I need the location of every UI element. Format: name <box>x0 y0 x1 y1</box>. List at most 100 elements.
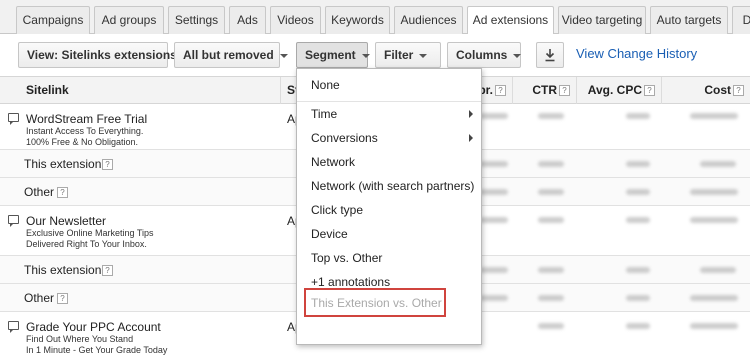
blurred-value <box>626 161 650 167</box>
chevron-down-icon <box>513 53 522 58</box>
help-icon[interactable]: ? <box>102 265 113 276</box>
menu-item-label: Time <box>311 107 338 121</box>
comment-icon <box>8 321 19 333</box>
blurred-value <box>626 189 650 195</box>
blurred-value <box>480 189 508 195</box>
tab-audiences[interactable]: Audiences <box>394 6 463 34</box>
help-icon[interactable]: ? <box>102 159 113 170</box>
column-header-sitelink[interactable]: Sitelink <box>0 77 281 104</box>
sitelink-desc-line1: Find Out Where You Stand <box>26 334 134 344</box>
blurred-value <box>480 267 508 273</box>
sitelink-desc-line1: Instant Access To Everything. <box>26 126 144 136</box>
view-select-label: View: Sitelinks extensions <box>27 48 177 62</box>
chevron-down-icon <box>361 53 370 58</box>
blurred-value <box>700 161 736 167</box>
menu-item-label: Click type <box>311 203 364 217</box>
help-icon[interactable]: ? <box>57 187 68 198</box>
sitelink-title[interactable]: WordStream Free Trial <box>26 112 147 126</box>
blurred-value <box>626 217 650 223</box>
columns-button[interactable]: Columns <box>447 42 522 68</box>
tab-ad-groups[interactable]: Ad groups <box>94 6 164 34</box>
blurred-value <box>538 113 564 119</box>
menu-item-none[interactable]: None <box>297 73 481 97</box>
blurred-value <box>690 113 738 119</box>
sitelink-cell: Grade Your PPC Account Find Out Where Yo… <box>8 320 168 356</box>
segment-label: Other <box>24 291 55 305</box>
menu-item-label: +1 annotations <box>311 275 391 289</box>
tab-settings[interactable]: Settings <box>168 6 225 34</box>
menu-item-label: None <box>311 78 340 92</box>
segment-button[interactable]: Segment <box>296 42 370 68</box>
menu-item-device[interactable]: Device <box>297 222 481 246</box>
menu-item-network-search-partners[interactable]: Network (with search partners) <box>297 174 481 198</box>
chevron-down-icon <box>419 53 428 58</box>
comment-icon <box>8 113 19 125</box>
highlight-box <box>304 288 446 317</box>
download-icon <box>545 49 555 62</box>
chevron-down-icon <box>279 53 288 58</box>
column-header-avg-cpc[interactable]: Avg. CPC? <box>577 77 662 104</box>
sitelink-desc-line2: In 1 Minute - Get Your Grade Today <box>26 345 168 355</box>
blurred-value <box>690 323 738 329</box>
sitelink-desc-line1: Exclusive Online Marketing Tips <box>26 228 154 238</box>
tab-campaigns[interactable]: Campaigns <box>16 6 90 34</box>
filter-button[interactable]: Filter <box>375 42 441 68</box>
menu-item-label: Network (with search partners) <box>311 179 475 193</box>
help-icon[interactable]: ? <box>559 85 570 97</box>
blurred-value <box>538 267 564 273</box>
chevron-right-icon <box>469 110 473 118</box>
tab-videos[interactable]: Videos <box>270 6 321 34</box>
column-header-cost[interactable]: Cost? <box>662 77 750 104</box>
sitelink-cell: WordStream Free Trial Instant Access To … <box>8 112 147 148</box>
column-header-ctr[interactable]: CTR? <box>513 77 577 104</box>
columns-label: Columns <box>456 48 508 62</box>
segment-label: Other <box>24 185 55 199</box>
column-header-ctr-label: CTR <box>532 83 557 97</box>
column-header-avg-cpc-label: Avg. CPC <box>587 83 642 97</box>
blurred-value <box>626 113 650 119</box>
segment-label: Segment <box>305 48 356 62</box>
menu-item-network[interactable]: Network <box>297 150 481 174</box>
segment-label: This extension <box>24 157 102 171</box>
download-button[interactable] <box>536 42 564 68</box>
sitelink-cell: Our Newsletter Exclusive Online Marketin… <box>8 214 154 250</box>
menu-item-time[interactable]: Time <box>297 102 481 126</box>
help-icon[interactable]: ? <box>644 85 655 97</box>
view-change-history-link[interactable]: View Change History <box>576 46 697 61</box>
blurred-value <box>690 295 738 301</box>
chevron-right-icon <box>469 134 473 142</box>
tab-overflow[interactable]: D <box>732 6 750 34</box>
blurred-value <box>538 161 564 167</box>
comment-icon <box>8 215 19 227</box>
filter-label: Filter <box>384 48 414 62</box>
menu-item-top-vs-other[interactable]: Top vs. Other <box>297 246 481 270</box>
blurred-value <box>480 217 508 223</box>
blurred-value <box>538 217 564 223</box>
blurred-value <box>480 113 508 119</box>
status-filter-button[interactable]: All but removed <box>174 42 288 68</box>
sitelink-title[interactable]: Our Newsletter <box>26 214 154 228</box>
blurred-value <box>700 267 736 273</box>
view-select-button[interactable]: View: Sitelinks extensions <box>18 42 191 68</box>
column-header-cost-label: Cost <box>704 83 731 97</box>
blurred-value <box>626 323 650 329</box>
blurred-value <box>480 295 508 301</box>
help-icon[interactable]: ? <box>495 85 506 97</box>
tab-keywords[interactable]: Keywords <box>325 6 390 34</box>
blurred-value <box>690 189 738 195</box>
sitelink-desc-line2: 100% Free & No Obligation. <box>26 137 139 147</box>
tab-video-targeting[interactable]: Video targeting <box>558 6 646 34</box>
menu-item-label: Conversions <box>311 131 378 145</box>
tab-ad-extensions[interactable]: Ad extensions <box>467 6 554 35</box>
tab-bar: Campaigns Ad groups Settings Ads Videos … <box>0 0 750 35</box>
menu-item-click-type[interactable]: Click type <box>297 198 481 222</box>
tab-ads[interactable]: Ads <box>229 6 266 34</box>
tab-auto-targets[interactable]: Auto targets <box>650 6 728 34</box>
status-filter-label: All but removed <box>183 48 274 62</box>
segment-label: This extension <box>24 263 102 277</box>
menu-item-conversions[interactable]: Conversions <box>297 126 481 150</box>
help-icon[interactable]: ? <box>57 293 68 304</box>
menu-item-label: Top vs. Other <box>311 251 383 265</box>
sitelink-title[interactable]: Grade Your PPC Account <box>26 320 167 334</box>
help-icon[interactable]: ? <box>733 85 744 97</box>
